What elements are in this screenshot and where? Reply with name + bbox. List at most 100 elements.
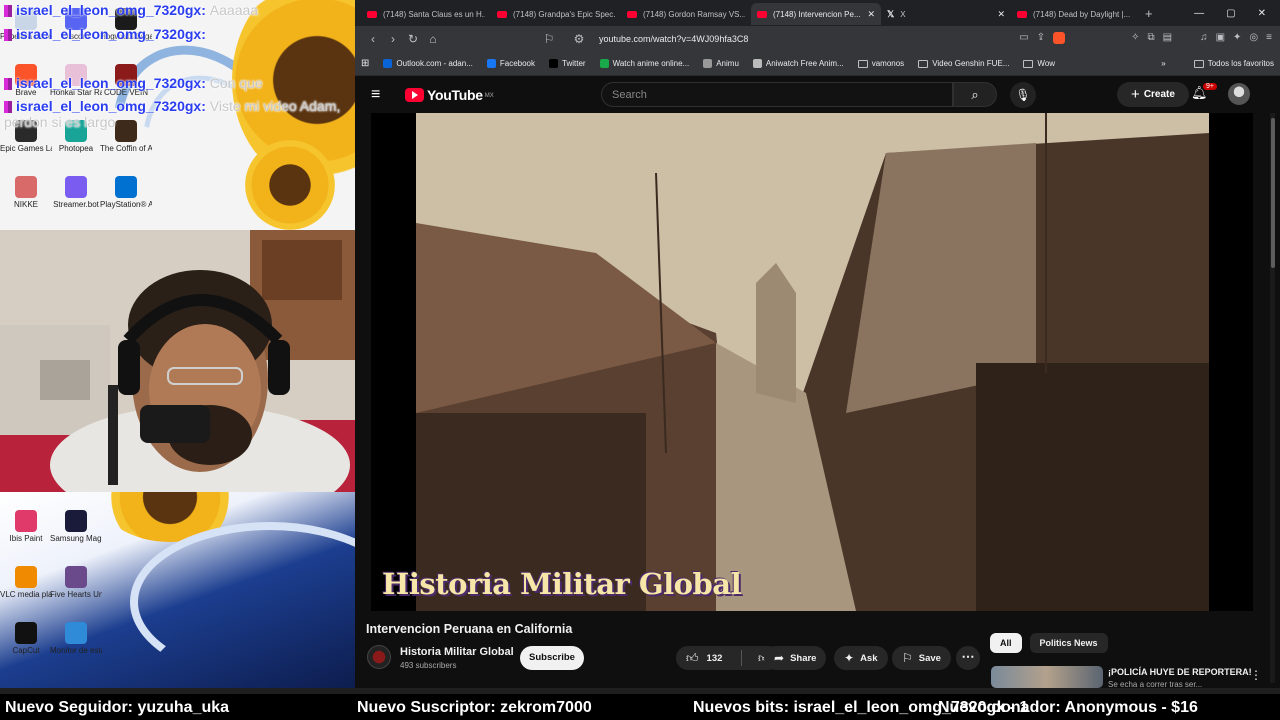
youtube-favicon-icon [1017,10,1027,18]
new-tab-button[interactable]: + [1145,6,1153,21]
search-box [601,82,953,107]
account-avatar[interactable] [1228,83,1250,105]
maximize-button[interactable]: ▢ [1226,8,1235,19]
tab-bar: (7148) Santa Claus es un H... (7148) Gran… [355,0,1280,26]
extensions-icon[interactable]: ⧉ [1147,32,1154,47]
favicon-icon [599,59,609,68]
app-icon [115,176,137,198]
screen: Papelera de reciclajeDiscordHogwarts Leg… [0,0,1280,720]
ticker-donation: Nuevo donador: Anonymous - $16 [938,699,1198,716]
favicon-icon [549,59,559,68]
bookmark-link[interactable]: Facebook [486,59,535,68]
voice-search-button[interactable]: 🎙︎ [1010,82,1036,108]
site-info-icon[interactable]: ⚙ [569,32,589,46]
search-button[interactable]: ⌕ [953,82,997,107]
window-controls: — ▢ ✕ [1194,8,1280,19]
navigation-bar: ‹ › ↻ ⌂ ⚐ ⚙ youtube.com/watch?v=4WJ09hfa… [355,26,1280,52]
app-icon [65,566,87,588]
ticker-subscriber: Nuevo Suscriptor: zekrom7000 [357,699,592,716]
bookmark-page-icon[interactable]: ⚐ [539,32,559,46]
chat-message: israel_el_leon_omg_7320gx: Viste mi vide… [4,98,341,130]
bookmark-folder[interactable]: vamonos [857,59,904,68]
all-bookmarks-folder[interactable]: Todos los favoritos [1193,59,1274,68]
apps-grid-icon[interactable]: ⊞ [361,58,369,69]
favicon-icon [486,59,496,68]
plus-icon: + [1131,86,1140,103]
menu-icon[interactable]: ≡ [1266,32,1272,47]
webcam-image [0,230,355,492]
taskbar-strip [0,688,1280,694]
desktop-shortcut[interactable]: Samsung Magician [50,510,102,543]
sunflower-image [245,140,335,230]
bookmark-link[interactable]: Watch anime online... [599,59,689,68]
media-icon[interactable]: ♫ [1200,32,1208,47]
bookmark-link[interactable]: Outlook.com - adan... [383,59,473,68]
desktop-shortcut[interactable]: Streamer.bot [50,176,102,209]
url-text[interactable]: youtube.com/watch?v=4WJ09hfa3C8 [599,34,748,44]
ai-icon[interactable]: ✦ [1233,32,1241,47]
bookmark-link[interactable]: Aniwatch Free Anim... [752,59,844,68]
close-tab-icon[interactable]: ✕ [867,9,875,20]
cast-icon[interactable]: ▭ [1019,32,1028,47]
bookmark-link[interactable]: Twitter [549,59,586,68]
leo-icon[interactable]: ✧ [1131,32,1139,47]
back-icon[interactable]: ‹ [363,32,383,46]
bookmark-folder[interactable]: Wow [1023,59,1055,68]
home-icon[interactable]: ⌂ [423,32,443,46]
desktop-shortcut[interactable]: Five Hearts Under O... [50,566,102,599]
desktop-shortcut[interactable]: Monitor de estado ... [50,622,102,655]
wallet-icon[interactable]: ▣ [1216,32,1225,47]
desktop-shortcut[interactable]: Ibis Paint [0,510,52,543]
webcam-feed [0,230,355,492]
close-window-button[interactable]: ✕ [1258,8,1266,19]
browser-tab[interactable]: (7148) Dead by Daylight |... [1011,3,1141,25]
browser-tab[interactable]: 𝕏 X ✕ [881,3,1011,25]
youtube-favicon-icon [627,10,637,18]
browser-tab[interactable]: (7148) Santa Claus es un H... [361,3,491,25]
desktop-overlay-top: Papelera de reciclajeDiscordHogwarts Leg… [0,0,355,230]
desktop-shortcut[interactable]: VLC media player [0,566,52,599]
youtube-favicon-icon [757,10,767,18]
microphone-icon: 🎙︎ [1015,88,1031,102]
folder-icon [918,59,929,68]
app-icon [65,176,87,198]
browser-tab[interactable]: (7148) Grandpa's Epic Spec... [491,3,621,25]
toolbar-icons: ▭ ⇪ ✧ ⧉ ▤ ♫ ▣ ✦ ◎ ≡ [1019,31,1272,47]
favicon-icon [752,59,762,68]
close-tab-icon[interactable]: ✕ [997,9,1005,20]
sidebar-icon[interactable]: ▤ [1163,32,1172,47]
browser-tab[interactable]: (7148) Intervencion Pe... ✕ [751,3,881,25]
youtube-favicon-icon [497,10,507,18]
app-icon [65,622,87,644]
vpn-icon[interactable]: ◎ [1249,32,1258,47]
bookmarks-overflow-button[interactable]: » [1161,59,1165,68]
chat-message: israel_el_leon_omg_7320gx: Con que [4,75,263,91]
desktop-overlay-bottom: Ibis PaintSamsung Magician VLC media play… [0,492,355,688]
folder-icon [1023,59,1034,68]
forward-icon[interactable]: › [383,32,403,46]
minimize-button[interactable]: — [1194,8,1204,19]
chat-message: israel_el_leon_omg_7320gx: Aaaaaa [4,2,258,18]
desktop-shortcut[interactable]: NIKKE [0,176,52,209]
favicon-icon [383,59,393,68]
hamburger-menu-icon[interactable]: ≡ [371,86,389,104]
desktop-shortcut[interactable]: PlayStation® Accessories [100,176,152,209]
bookmark-folder[interactable]: Video Genshin FUE... [918,59,1009,68]
search-input[interactable] [612,88,952,101]
notification-badge: 9+ [1203,83,1217,90]
app-icon [65,510,87,532]
create-button[interactable]: + Create [1117,82,1189,107]
youtube-favicon-icon [367,10,377,18]
brave-shields-icon[interactable] [1053,31,1066,47]
address-bar[interactable]: ⚐ ⚙ youtube.com/watch?v=4WJ09hfa3C8 [539,32,749,46]
folder-icon [857,59,868,68]
stream-alert-ticker: Nuevo Seguidor: yuzuha_uka Nuevo Suscrip… [0,688,1280,720]
reload-icon[interactable]: ↻ [403,32,423,46]
share-page-icon[interactable]: ⇪ [1037,32,1045,47]
wallpaper-swirl [130,522,355,682]
youtube-logo[interactable]: YouTube MX [405,87,494,103]
browser-tab[interactable]: (7148) Gordon Ramsay VS... [621,3,751,25]
desktop-shortcut[interactable]: CapCut [0,622,52,655]
bookmark-link[interactable]: Animu [703,59,739,68]
youtube-play-icon [405,87,424,102]
